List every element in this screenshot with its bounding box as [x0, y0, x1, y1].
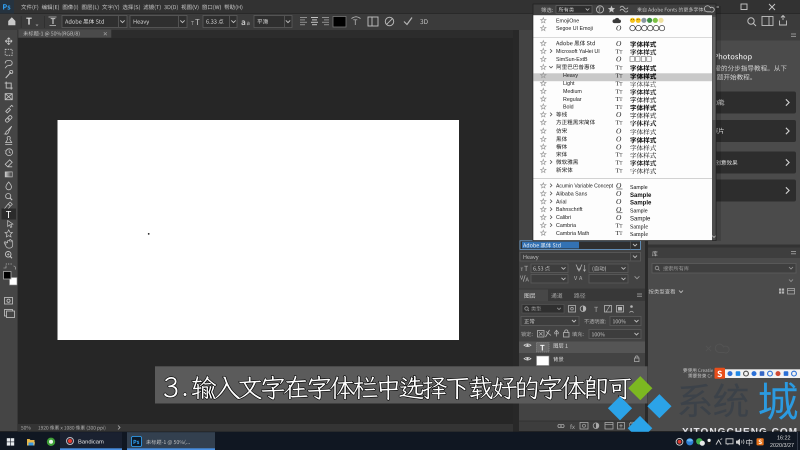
svg-text:T: T [620, 90, 623, 95]
svg-text:Bold: Bold [563, 105, 574, 111]
svg-text:Microsoft YaHei UI: Microsoft YaHei UI [556, 49, 600, 55]
svg-text:T: T [620, 154, 623, 159]
svg-text:T: T [620, 75, 623, 80]
svg-text:Acumin Variable Concept: Acumin Variable Concept [556, 183, 614, 189]
svg-text:2020/3/27: 2020/3/27 [770, 443, 794, 449]
svg-text:Calibri: Calibri [556, 215, 571, 221]
svg-text:Sample: Sample [630, 217, 651, 223]
svg-text:O: O [616, 213, 622, 222]
svg-text:O: O [616, 39, 622, 48]
svg-text:Alibaba Sans: Alibaba Sans [556, 191, 588, 197]
svg-text:O: O [616, 110, 622, 119]
svg-text:Sample: Sample [630, 193, 652, 199]
svg-text:Sample: Sample [630, 232, 648, 238]
svg-text:T: T [620, 98, 623, 103]
svg-text:T: T [620, 232, 623, 237]
svg-text:EmojiOne: EmojiOne [556, 18, 579, 24]
svg-text:Sample: Sample [630, 209, 648, 215]
svg-text:T: T [620, 225, 623, 230]
svg-text:O: O [616, 24, 622, 33]
svg-text:Sample: Sample [630, 225, 648, 231]
svg-text:T: T [620, 169, 623, 174]
svg-text:Light: Light [563, 81, 575, 87]
svg-text:Sample: Sample [630, 185, 648, 191]
svg-text:O: O [616, 142, 622, 151]
svg-text:Arial: Arial [556, 199, 567, 205]
svg-text:T: T [620, 161, 623, 166]
svg-text:T: T [597, 8, 601, 14]
svg-text:Cambria: Cambria [556, 223, 576, 229]
svg-text:T: T [620, 66, 623, 71]
svg-text:Bahnschrift: Bahnschrift [556, 207, 583, 213]
svg-text:Heavy: Heavy [563, 73, 578, 79]
svg-text:Cambria Math: Cambria Math [556, 231, 589, 237]
svg-text:T: T [620, 83, 623, 88]
svg-text:Regular: Regular [563, 97, 582, 103]
svg-text:SimSun-ExtB: SimSun-ExtB [556, 57, 588, 63]
svg-text:Medium: Medium [563, 89, 582, 95]
svg-text:Bandicam: Bandicam [78, 440, 104, 446]
svg-text:Sample: Sample [630, 201, 652, 207]
svg-text:16:22: 16:22 [777, 436, 791, 442]
svg-text:Segoe UI Emoji: Segoe UI Emoji [556, 26, 593, 32]
svg-text:O: O [616, 55, 622, 64]
